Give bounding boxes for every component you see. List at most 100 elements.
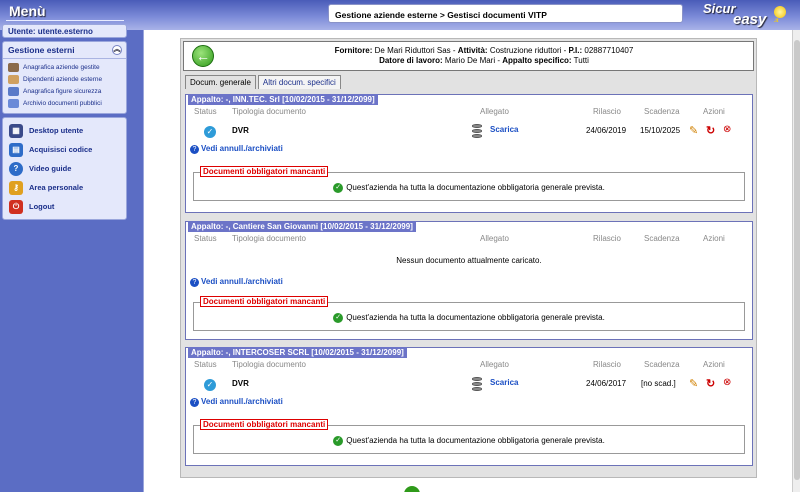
label-piva: P.I.: — [568, 46, 583, 55]
menu-title: Menù — [9, 3, 46, 19]
bottom-nav-icon[interactable] — [404, 486, 420, 492]
mancanti-text: Quest'azienda ha tutta la documentazione… — [346, 436, 605, 446]
help-icon: ? — [190, 398, 199, 407]
doc-tipo: DVR — [232, 126, 249, 135]
documenti-mancanti-box: Documenti obbligatori mancanti ✓ Quest'az… — [193, 419, 745, 454]
tab-docum-generale[interactable]: Docum. generale — [185, 75, 256, 89]
safety-figure-icon — [8, 86, 19, 96]
company-icon — [8, 62, 19, 72]
table-header: Status Tipologia documento Allegato Rila… — [186, 234, 752, 245]
value-piva: 02887710407 — [584, 46, 634, 55]
scarica-link[interactable]: Scarica — [490, 378, 518, 387]
sun-icon — [774, 6, 786, 18]
status-ok-icon: ✓ — [204, 126, 216, 138]
vedi-archiviati-link[interactable]: ? Vedi annull./archiviati — [190, 397, 283, 407]
table-row: ✓ DVR Scarica 24/06/2019 15/10/2025 ✎ ↻ … — [186, 122, 752, 140]
documenti-mancanti-box: Documenti obbligatori mancanti ✓ Quest'az… — [193, 296, 745, 331]
menu-item-logout[interactable]: ⏻ Logout — [3, 197, 126, 216]
menu-item-label: Area personale — [29, 183, 84, 192]
doc-tipo: DVR — [232, 379, 249, 388]
menu-item-label: Video guide — [29, 164, 72, 173]
col-azioni: Azioni — [703, 360, 725, 369]
mancanti-label: Documenti obbligatori mancanti — [200, 419, 329, 430]
value-attivita: Costruzione riduttori — [489, 46, 562, 55]
menu-item-acquisisci[interactable]: ▤ Acquisisci codice — [3, 140, 126, 159]
archive-icon — [8, 98, 19, 108]
key-icon: ⚷ — [9, 180, 23, 195]
sidebar-item-figure-sicurezza[interactable]: Anagrafica figure sicurezza — [3, 85, 126, 97]
col-status: Status — [194, 360, 217, 369]
col-rilascio: Rilascio — [593, 360, 622, 369]
power-icon: ⏻ — [9, 199, 23, 214]
doc-scadenza: [no scad.] — [641, 379, 676, 388]
help-icon: ? — [190, 145, 199, 154]
menu-title-underline — [6, 20, 124, 21]
desktop-icon: ▦ — [9, 123, 23, 138]
appalto-title: Appalto: -, Cantiere San Giovanni [10/02… — [188, 221, 416, 232]
vedi-label: Vedi annull./archiviati — [201, 144, 283, 153]
delete-document-icon[interactable]: ⊗ — [723, 377, 736, 391]
mancanti-message: ✓ Quest'azienda ha tutta la documentazion… — [194, 313, 744, 323]
vedi-archiviati-link[interactable]: ? Vedi annull./archiviati — [190, 144, 283, 154]
col-azioni: Azioni — [703, 107, 725, 116]
vedi-archiviati-link[interactable]: ? Vedi annull./archiviati — [190, 277, 283, 287]
gestione-esterni-section: Gestione esterni ︽ Anagrafica aziende ge… — [2, 41, 127, 114]
collapse-icon[interactable]: ︽ — [112, 45, 122, 55]
label-datore: Datore di lavoro: — [379, 56, 443, 65]
vedi-label: Vedi annull./archiviati — [201, 397, 283, 406]
edit-pencil-icon[interactable]: ✎ — [689, 124, 702, 138]
col-scadenza: Scadenza — [644, 107, 680, 116]
logo-text-top: Sicur — [703, 1, 736, 16]
col-azioni: Azioni — [703, 234, 725, 243]
col-status: Status — [194, 234, 217, 243]
scrollbar[interactable] — [792, 30, 800, 492]
appalto-section: Appalto: -, INN.TEC. Srl [10/02/2015 - 3… — [185, 94, 753, 213]
mancanti-message: ✓ Quest'azienda ha tutta la documentazion… — [194, 436, 744, 446]
back-arrow-icon[interactable]: ← — [192, 45, 214, 67]
sidebar-item-label: Anagrafica figure sicurezza — [23, 87, 102, 95]
renew-icon[interactable]: ↻ — [706, 124, 719, 138]
breadcrumb: Gestione aziende esterne > Gestisci docu… — [328, 4, 683, 23]
mancanti-text: Quest'azienda ha tutta la documentazione… — [346, 183, 605, 193]
col-scadenza: Scadenza — [644, 360, 680, 369]
sidebar-item-label: Anagrafica aziende gestite — [23, 63, 100, 71]
vedi-label: Vedi annull./archiviati — [201, 277, 283, 286]
col-allegato: Allegato — [480, 107, 509, 116]
doc-scadenza: 15/10/2025 — [640, 126, 681, 135]
delete-document-icon[interactable]: ⊗ — [723, 124, 736, 138]
empty-message: Nessun documento attualmente caricato. — [396, 256, 542, 265]
menu-item-area-personale[interactable]: ⚷ Area personale — [3, 178, 126, 197]
status-ok-icon: ✓ — [204, 379, 216, 391]
mancanti-label: Documenti obbligatori mancanti — [200, 296, 329, 307]
col-tipologia: Tipologia documento — [232, 107, 306, 116]
sidebar-item-dipendenti[interactable]: Dipendenti aziende esterne — [3, 73, 126, 85]
people-icon — [8, 74, 19, 84]
sidebar: Utente: utente.esterno Gestione esterni … — [0, 24, 128, 223]
scarica-link[interactable]: Scarica — [490, 125, 518, 134]
menu-item-video[interactable]: ? Video guide — [3, 159, 126, 178]
main-menu-section: ▦ Desktop utente ▤ Acquisisci codice ? V… — [2, 117, 127, 220]
scrollbar-thumb[interactable] — [794, 40, 800, 480]
edit-pencil-icon[interactable]: ✎ — [689, 377, 702, 391]
col-tipologia: Tipologia documento — [232, 360, 306, 369]
sidebar-item-label: Archivio documenti pubblici — [23, 99, 102, 107]
renew-icon[interactable]: ↻ — [706, 377, 719, 391]
menu-item-label: Desktop utente — [29, 126, 84, 135]
col-scadenza: Scadenza — [644, 234, 680, 243]
fornitore-info: ← Fornitore: De Mari Riduttori Sas - Att… — [183, 41, 754, 71]
appalto-title: Appalto: -, INN.TEC. Srl [10/02/2015 - 3… — [188, 94, 378, 105]
value-appalto-specifico: Tutti — [573, 56, 589, 65]
col-tipologia: Tipologia documento — [232, 234, 306, 243]
question-icon: ? — [9, 161, 23, 176]
green-check-icon: ✓ — [333, 436, 344, 446]
sidebar-item-archivio[interactable]: Archivio documenti pubblici — [3, 97, 126, 109]
main-content: ← Fornitore: De Mari Riduttori Sas - Att… — [143, 30, 792, 492]
table-row: ✓ DVR Scarica 24/06/2017 [no scad.] ✎ ↻ … — [186, 375, 752, 393]
sidebar-item-anagrafica-aziende[interactable]: Anagrafica aziende gestite — [3, 61, 126, 73]
menu-item-desktop[interactable]: ▦ Desktop utente — [3, 121, 126, 140]
appalto-section: Appalto: -, Cantiere San Giovanni [10/02… — [185, 221, 753, 340]
tab-altri-docum-specifici[interactable]: Altri docum. specifici — [257, 75, 341, 89]
documents-panel: ← Fornitore: De Mari Riduttori Sas - Att… — [180, 38, 757, 478]
doc-rilascio: 24/06/2017 — [586, 379, 627, 388]
logo-text-main: easy — [733, 11, 767, 28]
